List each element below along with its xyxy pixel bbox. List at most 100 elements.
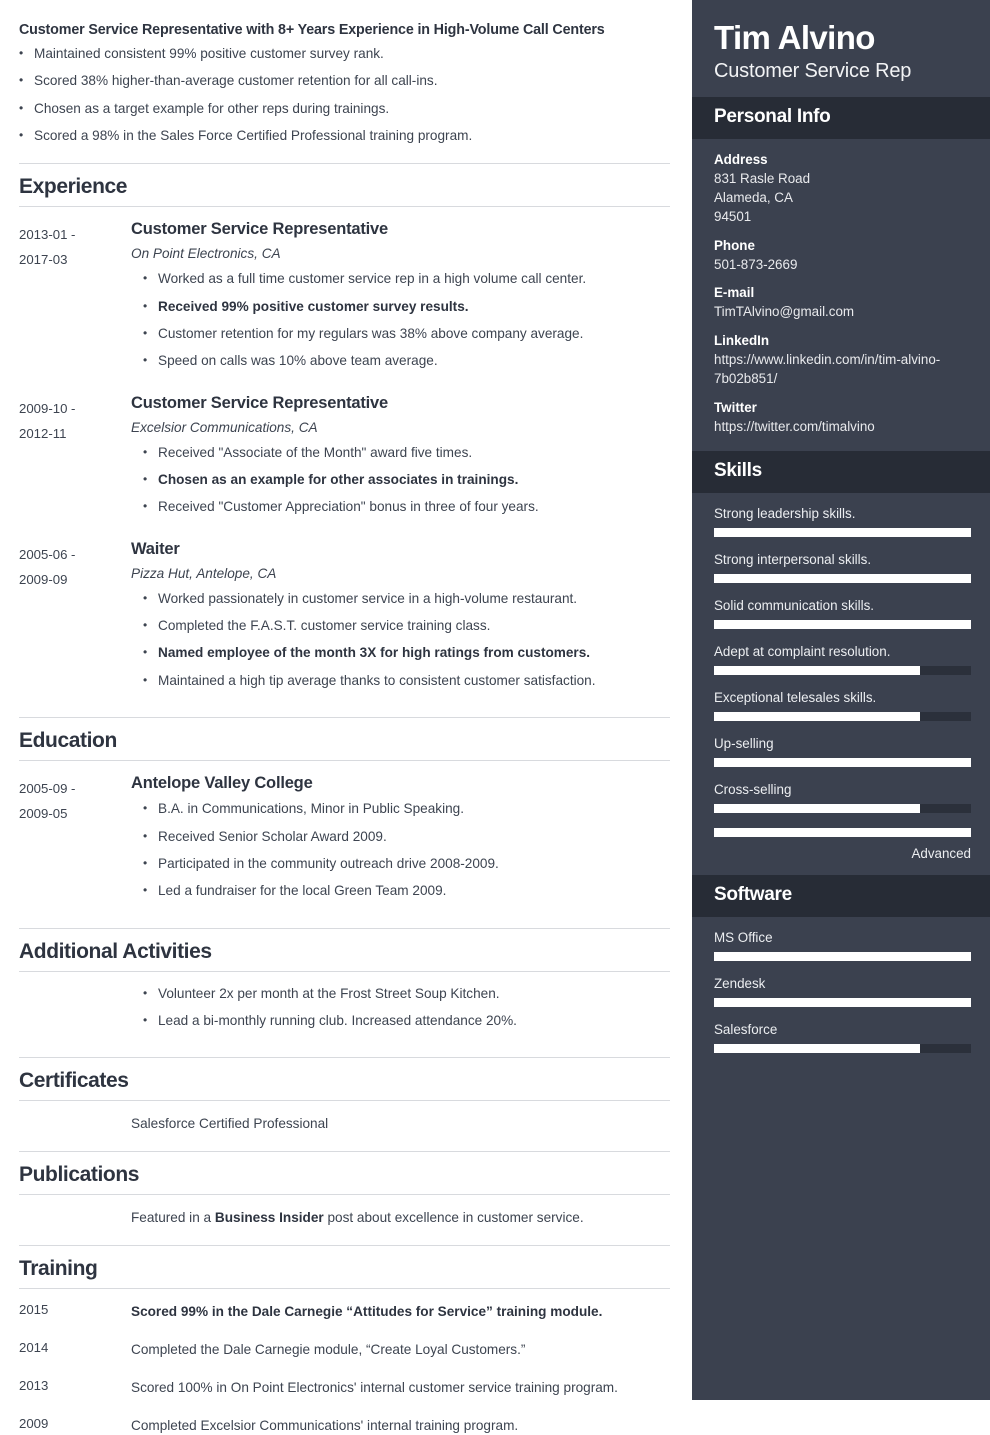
bullet-text: Maintained consistent 99% positive custo… <box>34 46 384 61</box>
entry-body: Antelope Valley College • B.A. in Communic… <box>131 774 670 909</box>
software-list: MS Office Zendesk Salesforce <box>692 917 990 1072</box>
activities-section: Additional Activities • Volunteer 2x per … <box>19 927 670 1040</box>
row-date <box>19 1208 131 1227</box>
experience-entry-list: 2013-01 -2017-03 Customer Service Represe… <box>19 220 670 699</box>
skills-heading-wrap: Skills <box>692 451 990 493</box>
contact-list: Address 831 Rasle Road Alameda, CA 94501 Pho… <box>692 139 990 452</box>
candidate-role: Customer Service Rep <box>714 59 912 82</box>
bullet-dot-icon: • <box>143 298 148 313</box>
entry-organization: Excelsior Communications, CA <box>131 419 318 435</box>
bullet-dot-icon: • <box>143 801 148 816</box>
contact-value: TimTAlvino@gmail.com <box>714 304 855 320</box>
entry-title: Waiter <box>131 539 180 558</box>
skill-level-bar <box>714 827 971 837</box>
bullet-dot-icon: • <box>143 883 148 898</box>
software-heading: Software <box>714 883 792 905</box>
bullet-item: • Received "Associate of the Month" award… <box>143 444 670 462</box>
bullet-dot-icon: • <box>143 855 148 870</box>
bullet-text: Speed on calls was 10% above team averag… <box>158 353 438 369</box>
skill-label: Strong leadership skills. <box>714 505 856 521</box>
contact-label: Address <box>714 151 768 167</box>
bullet-text: Volunteer 2x per month at the Frost Stre… <box>158 985 500 1001</box>
skill-level-bar <box>714 803 971 813</box>
bullet-text: Participated in the community outreach d… <box>158 855 499 871</box>
skill-label: Salesforce <box>714 1021 778 1037</box>
entry-bullet-list: • Worked as a full time customer service … <box>131 270 670 370</box>
certificates-heading: Certificates <box>19 1069 129 1093</box>
bullet-text: Completed the F.A.S.T. customer service … <box>158 618 491 634</box>
bullet-dot-icon: • <box>143 590 148 605</box>
sidebar-name-block: Tim Alvino Customer Service Rep <box>692 0 990 97</box>
bullet-item: • Chosen as a target example for other re… <box>19 100 670 118</box>
bullet-text: Maintained a high tip average thanks to … <box>158 672 596 688</box>
skills-list: Strong leadership skills. Strong interper… <box>692 493 990 875</box>
skill-level-fill <box>714 951 971 961</box>
skills-heading: Skills <box>714 460 762 482</box>
skill-level-fill <box>714 619 971 629</box>
bullet-dot-icon: • <box>143 444 148 459</box>
entry-bullet-list: • Worked passionately in customer service… <box>131 590 670 690</box>
entry-organization: On Point Electronics, CA <box>131 246 281 262</box>
contact-value: https://www.linkedin.com/in/tim-alvino-7… <box>714 351 941 387</box>
skill-level-fill <box>714 1043 920 1053</box>
activities-entry-list: • Volunteer 2x per month at the Frost Str… <box>19 985 670 1040</box>
bullet-dot-icon: • <box>19 128 24 143</box>
bullet-item: • Chosen as an example for other associat… <box>143 471 670 489</box>
certificates-heading-wrap: Certificates <box>19 1057 670 1102</box>
skill-level-bar <box>714 1043 971 1053</box>
row-text: Completed the Dale Carnegie module, “Cre… <box>131 1340 670 1359</box>
row-text: Scored 99% in the Dale Carnegie “Attitud… <box>131 1302 670 1321</box>
row-text: Featured in a Business Insider post abou… <box>131 1208 670 1227</box>
training-text: Completed the Dale Carnegie module, “Cre… <box>131 1342 526 1358</box>
bullet-dot-icon: • <box>143 1012 148 1027</box>
skill-level-fill <box>714 803 920 813</box>
bullet-text: B.A. in Communications, Minor in Public … <box>158 801 464 817</box>
bullet-item: • B.A. in Communications, Minor in Public… <box>143 800 670 818</box>
bullet-item: • Customer retention for my regulars was … <box>143 325 670 343</box>
bullet-item: • Maintained consistent 99% positive cust… <box>19 45 670 63</box>
row-date: 2014 <box>19 1340 49 1356</box>
bullet-item: • Completed the F.A.S.T. customer service… <box>143 617 670 635</box>
publications-heading-wrap: Publications <box>19 1151 670 1196</box>
software-heading-wrap: Software <box>692 874 990 917</box>
skill-level-fill <box>714 573 971 583</box>
entry-date-range <box>19 985 131 1040</box>
activities-heading: Additional Activities <box>19 939 212 963</box>
education-heading-wrap: Education <box>19 717 670 762</box>
skill-level-bar <box>714 527 971 537</box>
row-date <box>19 1114 131 1133</box>
resume-page: Customer Service Representative with 8+ … <box>0 0 990 1433</box>
entry-title: Customer Service Representative <box>131 220 389 239</box>
experience-section: Experience 2013-01 -2017-03 Customer Serv… <box>19 163 670 699</box>
bullet-item: • Participated in the community outreach … <box>143 855 670 873</box>
experience-heading: Experience <box>19 175 128 199</box>
bullet-item: • Worked passionately in customer service… <box>143 590 670 608</box>
contact-value: 501-873-2669 <box>714 256 798 272</box>
skill-level-bar <box>714 997 971 1007</box>
contact-value: 831 Rasle Road Alameda, CA 94501 <box>714 170 811 225</box>
bullet-text: Received Senior Scholar Award 2009. <box>158 828 387 844</box>
bullet-dot-icon: • <box>143 271 148 286</box>
bullet-text: Led a fundraiser for the local Green Tea… <box>158 883 447 899</box>
bullet-text: Worked as a full time customer service r… <box>158 271 587 287</box>
bullet-text: Named employee of the month 3X for high … <box>158 645 591 661</box>
contact-label: Phone <box>714 237 755 253</box>
training-section: Training 2015 Scored 99% in the Dale Carn… <box>19 1245 670 1435</box>
publications-entry-list: Featured in a Business Insider post abou… <box>19 1208 670 1227</box>
skill-level-fill <box>714 757 971 767</box>
row-date: 2015 <box>19 1302 49 1318</box>
skill-level-bar <box>714 573 971 583</box>
resume-entry: 2013-01 -2017-03 Customer Service Represe… <box>19 220 670 379</box>
entry-date-range: 2005-06 -2009-09 <box>19 546 76 587</box>
publications-section: Publications Featured in a Business Insi… <box>19 1151 670 1227</box>
bullet-dot-icon: • <box>143 645 148 660</box>
row-date: 2013 <box>19 1378 49 1394</box>
certificates-entry-list: Salesforce Certified Professional <box>19 1114 670 1133</box>
publication-text: Featured in a Business Insider post abou… <box>131 1210 584 1226</box>
entry-bullet-list: • Volunteer 2x per month at the Frost Str… <box>131 985 670 1031</box>
skill-level-bar <box>714 619 971 629</box>
personal-info-heading: Personal Info <box>714 105 831 127</box>
resume-entry: • Volunteer 2x per month at the Frost Str… <box>19 985 670 1040</box>
bullet-item: • Received 99% positive customer survey r… <box>143 298 670 316</box>
entry-body: • Volunteer 2x per month at the Frost Str… <box>131 985 670 1040</box>
